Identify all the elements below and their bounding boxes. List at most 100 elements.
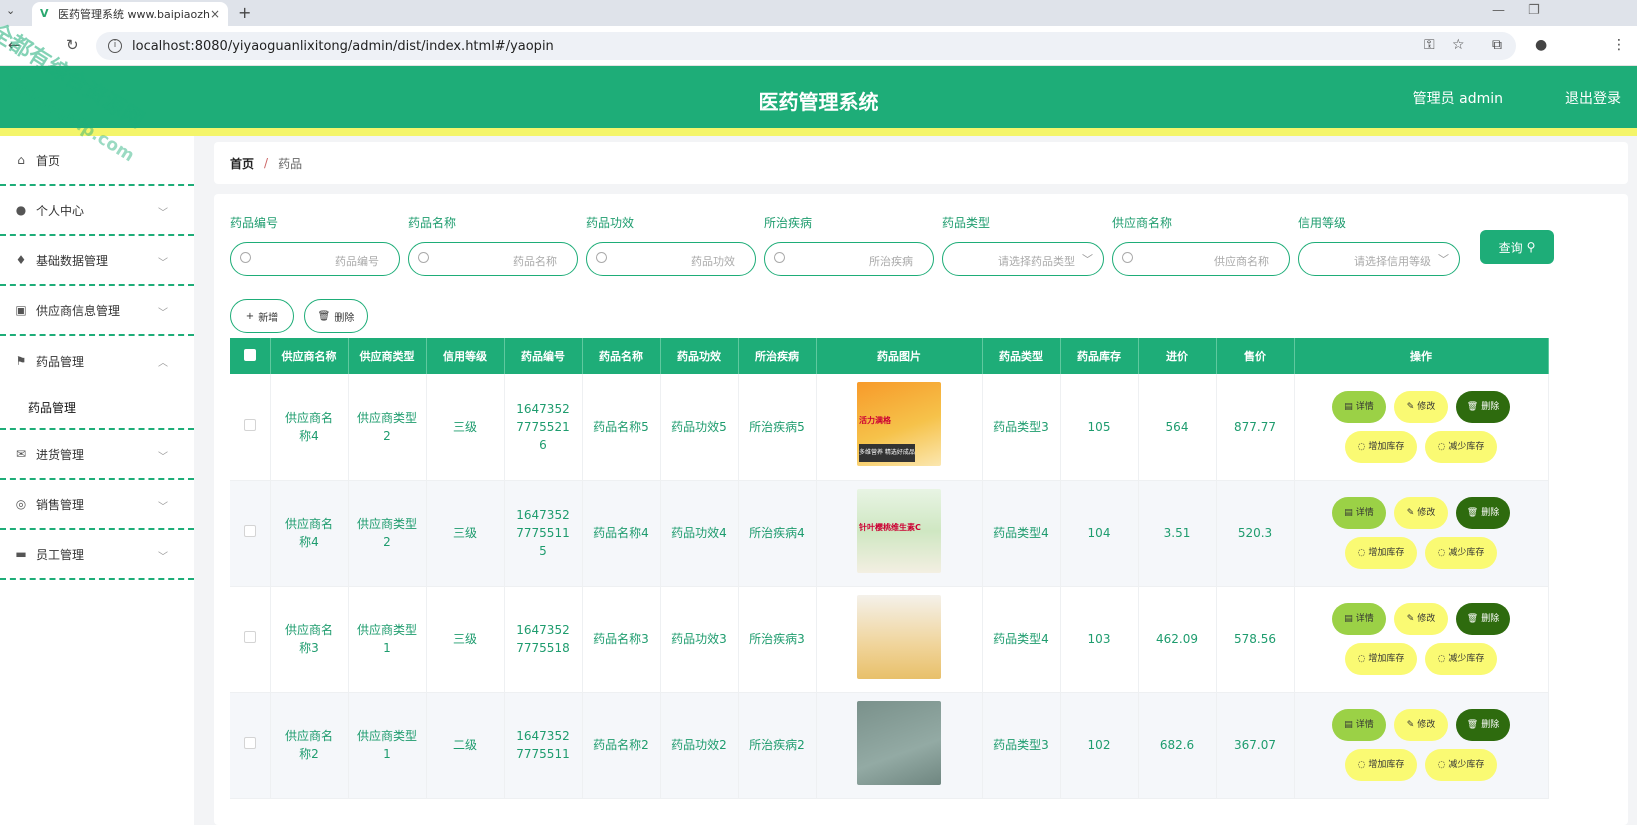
row-checkbox[interactable] bbox=[243, 525, 256, 537]
sidebar-item-staff[interactable]: ▬ 员工管理 ﹀ bbox=[0, 530, 194, 580]
filter-label: 信用等级 bbox=[1298, 216, 1347, 230]
edit-button[interactable]: ✎ 修改 bbox=[1394, 390, 1448, 423]
delete-label: 删除 bbox=[334, 312, 355, 324]
column-header: 药品名称 bbox=[582, 338, 661, 374]
medicine-image[interactable] bbox=[857, 594, 941, 679]
reduce-stock-button[interactable]: ◌ 减少库存 bbox=[1425, 749, 1497, 781]
effect-search-input[interactable]: 药品功效 bbox=[586, 242, 756, 276]
reduce-stock-label: 减少库存 bbox=[1448, 548, 1485, 558]
sidebar-item-profile[interactable]: ● 个人中心 ﹀ bbox=[0, 186, 194, 236]
pencil-icon: ✎ bbox=[1406, 720, 1415, 730]
extensions-icon[interactable]: ⧉ bbox=[1492, 37, 1502, 53]
new-tab-button[interactable]: + bbox=[238, 3, 251, 22]
effect-cell: 药品功效4 bbox=[660, 480, 739, 587]
tab-list-chevron-icon[interactable]: ⌄ bbox=[6, 4, 15, 17]
delete-button[interactable]: 🗑 删除 bbox=[1456, 390, 1510, 423]
document-icon: ▤ bbox=[1344, 508, 1353, 518]
filter-type: 药品类型 请选择药品类型 ﹀ bbox=[942, 214, 1104, 276]
supplier-search-input[interactable]: 供应商名称 bbox=[1112, 242, 1290, 276]
add-stock-button[interactable]: ◌ 增加库存 bbox=[1345, 430, 1417, 463]
sidebar-item-supplier[interactable]: ▣ 供应商信息管理 ﹀ bbox=[0, 286, 194, 336]
bookmark-star-icon[interactable]: ☆ bbox=[1452, 37, 1465, 53]
edit-button[interactable]: ✎ 修改 bbox=[1394, 497, 1448, 529]
credit-select[interactable]: 请选择信用等级 ﹀ bbox=[1298, 242, 1460, 276]
add-stock-button[interactable]: ◌ 增加库存 bbox=[1345, 537, 1417, 569]
type-select[interactable]: 请选择药品类型 ﹀ bbox=[942, 242, 1104, 276]
price-cell: 877.77 bbox=[1216, 374, 1295, 481]
reduce-stock-button[interactable]: ◌ 减少库存 bbox=[1425, 537, 1497, 569]
row-checkbox[interactable] bbox=[243, 631, 256, 643]
search-icon bbox=[774, 252, 785, 263]
key-icon[interactable]: ⚿ bbox=[1424, 37, 1435, 53]
reduce-stock-button[interactable]: ◌ 减少库存 bbox=[1425, 430, 1497, 463]
medicine-image[interactable] bbox=[857, 700, 941, 785]
medicine-image[interactable]: 活力满格 多维营养 精选好成品 bbox=[857, 382, 941, 467]
add-stock-button[interactable]: ◌ 增加库存 bbox=[1345, 749, 1417, 781]
sidebar-item-purchase[interactable]: ✉ 进货管理 ﹀ bbox=[0, 430, 194, 480]
sidebar-item-label: 个人中心 bbox=[36, 203, 85, 218]
select-all-checkbox[interactable] bbox=[243, 348, 256, 361]
breadcrumb-home[interactable]: 首页 bbox=[230, 155, 254, 172]
restore-icon[interactable]: ❐ bbox=[1528, 3, 1540, 18]
effect-cell: 药品功效2 bbox=[660, 692, 739, 799]
row-select-cell bbox=[230, 480, 271, 587]
row-select-cell bbox=[230, 692, 271, 799]
detail-button[interactable]: ▤ 详情 bbox=[1332, 497, 1386, 529]
placeholder: 所治疾病 bbox=[869, 255, 913, 268]
tab-title: 医药管理系统 www.baipiaozh bbox=[58, 8, 210, 21]
medicine-image[interactable]: 针叶樱桃维生素C bbox=[857, 488, 941, 573]
profile-icon[interactable]: ● bbox=[1535, 37, 1547, 53]
pin-icon: ◌ bbox=[1357, 441, 1366, 452]
sidebar-item-label: 首页 bbox=[36, 153, 61, 168]
detail-button[interactable]: ▤ 详情 bbox=[1332, 390, 1386, 423]
sidebar-item-label: 基础数据管理 bbox=[36, 253, 109, 268]
medicine-code: 164735277755115 bbox=[516, 508, 570, 558]
sidebar-item-basic-data[interactable]: ♦ 基础数据管理 ﹀ bbox=[0, 236, 194, 286]
filter-label: 药品名称 bbox=[408, 216, 457, 230]
credit-cell: 三级 bbox=[426, 480, 505, 587]
effect-cell: 药品功效5 bbox=[660, 374, 739, 481]
reduce-stock-label: 减少库存 bbox=[1448, 760, 1485, 770]
disease-search-input[interactable]: 所治疾病 bbox=[764, 242, 934, 276]
url-text: localhost:8080/yiyaoguanlixitong/admin/d… bbox=[132, 38, 554, 54]
supplier-name-cell: 供应商名称4 bbox=[270, 480, 349, 587]
add-stock-button[interactable]: ◌ 增加库存 bbox=[1345, 643, 1417, 675]
site-info-icon[interactable]: i bbox=[108, 39, 122, 53]
code-search-input[interactable]: 药品编号 bbox=[230, 242, 400, 276]
detail-button[interactable]: ▤ 详情 bbox=[1332, 709, 1386, 741]
sidebar-item-sales[interactable]: ◎ 销售管理 ﹀ bbox=[0, 480, 194, 530]
add-button[interactable]: + 新增 bbox=[230, 299, 294, 333]
stock-cell: 104 bbox=[1060, 480, 1139, 587]
delete-button[interactable]: 🗑 删除 bbox=[1456, 709, 1510, 741]
add-stock-label: 增加库存 bbox=[1368, 441, 1405, 452]
delete-button[interactable]: 🗑 删除 bbox=[1456, 603, 1510, 635]
minimize-icon[interactable]: — bbox=[1492, 3, 1505, 18]
name-search-input[interactable]: 药品名称 bbox=[408, 242, 578, 276]
add-stock-label: 增加库存 bbox=[1368, 548, 1405, 558]
logout-link[interactable]: 退出登录 bbox=[1565, 88, 1621, 108]
tab-close-icon[interactable]: × bbox=[210, 7, 220, 21]
search-icon bbox=[1122, 252, 1133, 263]
detail-button[interactable]: ▤ 详情 bbox=[1332, 603, 1386, 635]
delete-button[interactable]: 🗑 删除 bbox=[1456, 497, 1510, 529]
breadcrumb: 首页 / 药品 bbox=[214, 142, 1628, 184]
query-button[interactable]: 查询 ⚲ bbox=[1480, 230, 1554, 264]
batch-delete-button[interactable]: 🗑 删除 bbox=[304, 299, 368, 333]
reduce-stock-button[interactable]: ◌ 减少库存 bbox=[1425, 643, 1497, 675]
url-input[interactable]: i localhost:8080/yiyaoguanlixitong/admin… bbox=[96, 32, 1516, 60]
row-checkbox[interactable] bbox=[243, 737, 256, 749]
reload-icon[interactable]: ↻ bbox=[66, 36, 79, 54]
edit-button[interactable]: ✎ 修改 bbox=[1394, 709, 1448, 741]
edit-button[interactable]: ✎ 修改 bbox=[1394, 603, 1448, 635]
column-header: 所治疾病 bbox=[738, 338, 817, 374]
sidebar-subitem-medicine[interactable]: 药品管理 bbox=[0, 386, 194, 430]
supplier-type-cell: 供应商类型2 bbox=[348, 374, 427, 481]
supplier-name: 供应商名称4 bbox=[284, 410, 333, 443]
type-cell: 药品类型4 bbox=[982, 480, 1061, 587]
browser-tab[interactable]: V 医药管理系统 www.baipiaozh × bbox=[32, 2, 228, 26]
row-checkbox[interactable] bbox=[243, 418, 256, 431]
pin-icon: ◌ bbox=[1357, 760, 1366, 770]
browser-menu-icon[interactable]: ⋮ bbox=[1612, 37, 1626, 53]
sidebar-item-medicine[interactable]: ⚑ 药品管理 ︿ bbox=[0, 336, 194, 386]
add-label: 新增 bbox=[258, 312, 279, 324]
